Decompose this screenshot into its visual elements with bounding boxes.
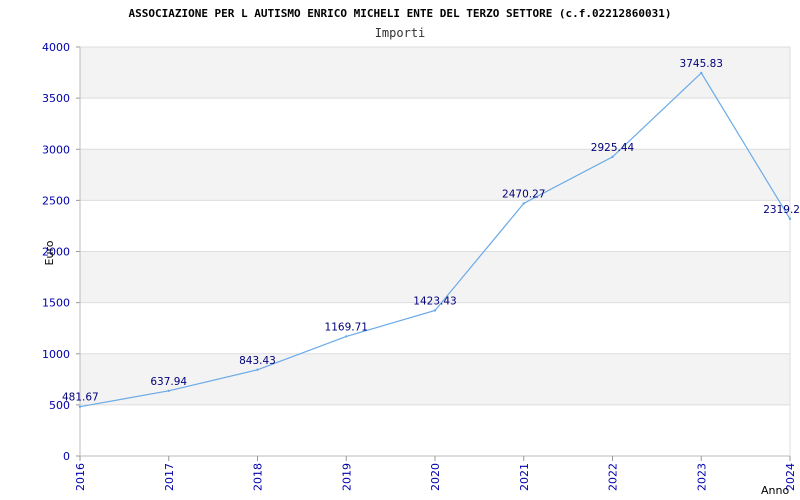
background-bands <box>80 47 790 405</box>
data-label: 2925.44 <box>591 142 635 154</box>
grid-band <box>80 149 790 201</box>
x-tick-label: 2023 <box>695 463 708 491</box>
y-tick-label: 3000 <box>42 143 70 156</box>
x-tick-label: 2020 <box>429 463 442 491</box>
x-axis-label: Anno <box>761 484 789 497</box>
x-tick-label: 2016 <box>74 463 87 491</box>
data-point <box>788 217 792 221</box>
data-point <box>611 155 614 159</box>
y-tick-label: 3500 <box>42 92 70 105</box>
chart-subtitle: Importi <box>375 26 426 40</box>
data-label: 481.67 <box>62 392 99 404</box>
data-point <box>700 71 703 75</box>
x-tick-labels: 2016 2017 2018 2019 2020 2021 2022 2023 2024 <box>74 463 797 491</box>
data-point <box>256 368 259 371</box>
x-tick-label: 2022 <box>607 463 620 491</box>
y-tick-label: 2500 <box>42 194 70 207</box>
y-tick-label: 4000 <box>42 41 70 54</box>
line-chart: 05001000150020002500300035004000 2016 201… <box>42 7 800 497</box>
x-tick-label: 2021 <box>518 463 531 491</box>
x-tick-label: 2017 <box>163 463 176 491</box>
data-point <box>78 405 82 408</box>
y-axis-label: Euro <box>43 240 56 265</box>
x-tick-label: 2019 <box>340 463 353 491</box>
y-tick-label: 1000 <box>42 348 70 361</box>
data-label: 2319.2 <box>763 204 800 216</box>
data-point <box>167 389 170 392</box>
chart-title: ASSOCIAZIONE PER L AUTISMO ENRICO MICHEL… <box>128 7 671 20</box>
data-label: 843.43 <box>239 355 276 367</box>
data-label: 637.94 <box>150 376 187 388</box>
data-point <box>433 309 437 312</box>
y-tick-label: 0 <box>63 450 70 463</box>
data-label: 2470.27 <box>502 188 545 200</box>
y-tick-label: 1500 <box>42 297 70 310</box>
data-label: 1423.43 <box>413 295 456 307</box>
data-point <box>522 202 525 205</box>
x-tick-label: 2018 <box>252 463 265 491</box>
data-label: 3745.83 <box>680 58 723 70</box>
data-label: 1169.71 <box>325 321 368 333</box>
data-point <box>345 335 348 338</box>
